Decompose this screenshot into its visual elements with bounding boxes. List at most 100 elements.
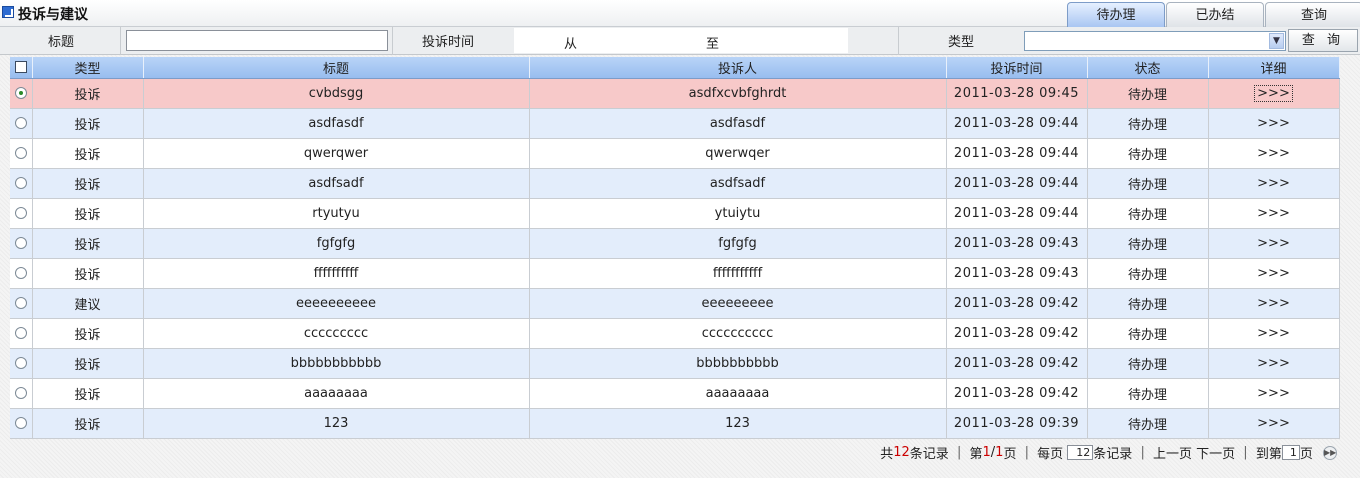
table-row[interactable]: 投诉 qwerqwer qwerwqer 2011-03-28 09:44 待办理 >>> [10, 138, 1340, 169]
cell-detail: >>> [1208, 78, 1340, 109]
table-row[interactable]: 投诉 ffffffffff fffffffffff 2011-03-28 09:43 待… [10, 258, 1340, 289]
detail-link[interactable]: >>> [1257, 236, 1290, 251]
date-from-label: 从 [564, 37, 578, 52]
cell-status: 待办理 [1087, 168, 1209, 199]
cell-status: 待办理 [1087, 318, 1209, 349]
detail-link[interactable]: >>> [1257, 146, 1290, 161]
cell-status: 待办理 [1087, 288, 1209, 319]
row-select-cell [10, 198, 33, 229]
cell-title: ffffffffff [143, 258, 530, 289]
row-radio[interactable] [14, 267, 27, 279]
row-radio[interactable] [14, 417, 27, 429]
table-row[interactable]: 投诉 fgfgfg fgfgfg 2011-03-28 09:43 待办理 >>> [10, 228, 1340, 259]
detail-link[interactable]: >>> [1257, 296, 1290, 311]
row-radio[interactable] [14, 117, 27, 129]
detail-link[interactable]: >>> [1257, 116, 1290, 131]
total-prefix: 共 [880, 447, 894, 462]
per-page-input[interactable]: 12 [1067, 445, 1094, 460]
cell-type: 投诉 [32, 198, 144, 229]
cell-title: bbbbbbbbbbb [143, 348, 530, 379]
select-all-cell [10, 57, 33, 79]
table-row[interactable]: 投诉 rtyutyu ytuiytu 2011-03-28 09:44 待办理 >>> [10, 198, 1340, 229]
table-header-row: 类型 标题 投诉人 投诉时间 状态 详细 [10, 57, 1340, 79]
table-row[interactable]: 投诉 cvbdsgg asdfxcvbfghrdt 2011-03-28 09:45 待… [10, 78, 1340, 109]
goto-page-input[interactable]: 1 [1281, 445, 1300, 460]
cell-complainant: asdfxcvbfghrdt [529, 78, 947, 109]
per-page-label: 每页 [1037, 447, 1064, 462]
tab-completed[interactable]: 已办结 [1166, 2, 1264, 27]
row-radio[interactable] [14, 357, 27, 369]
go-arrow-icon[interactable]: ▶▶ [1323, 445, 1337, 460]
table-row[interactable]: 投诉 bbbbbbbbbbb bbbbbbbbbb 2011-03-28 09:42 待… [10, 348, 1340, 379]
detail-link[interactable]: >>> [1257, 266, 1290, 281]
expand-arrow-icon[interactable] [2, 6, 14, 18]
column-header-time[interactable]: 投诉时间 [946, 57, 1088, 79]
date-range-field[interactable]: 从 至 [514, 28, 848, 53]
row-select-cell [10, 108, 33, 139]
cell-detail: >>> [1208, 108, 1340, 139]
cell-type: 建议 [32, 288, 144, 319]
detail-link[interactable]: >>> [1254, 84, 1293, 102]
cell-time: 2011-03-28 09:42 [946, 288, 1088, 319]
select-all-checkbox[interactable] [14, 61, 27, 74]
cell-detail: >>> [1208, 408, 1340, 439]
table-row[interactable]: 投诉 asdfsadf asdfsadf 2011-03-28 09:44 待办理 >>> [10, 168, 1340, 199]
row-radio[interactable] [14, 207, 27, 219]
row-radio[interactable] [14, 177, 27, 189]
cell-status: 待办理 [1087, 198, 1209, 229]
row-radio[interactable] [14, 87, 27, 99]
tab-query[interactable]: 查询 [1265, 2, 1360, 27]
row-radio[interactable] [14, 237, 27, 249]
table-row[interactable]: 投诉 asdfasdf asdfasdf 2011-03-28 09:44 待办理 >>> [10, 108, 1340, 139]
cell-status: 待办理 [1087, 378, 1209, 409]
time-filter-label: 投诉时间 [422, 35, 475, 50]
page-prefix: 第 [969, 447, 983, 462]
column-header-detail[interactable]: 详细 [1208, 57, 1340, 79]
next-page-link[interactable]: 下一页 [1196, 447, 1235, 462]
total-suffix: 条记录 [909, 447, 949, 462]
title-filter-input[interactable] [126, 30, 388, 51]
column-header-complainant[interactable]: 投诉人 [529, 57, 947, 79]
table-row[interactable]: 投诉 aaaaaaaa aaaaaaaa 2011-03-28 09:42 待办理 >>> [10, 378, 1340, 409]
row-radio[interactable] [14, 147, 27, 159]
cell-detail: >>> [1208, 198, 1340, 229]
cell-time: 2011-03-28 09:44 [946, 168, 1088, 199]
cell-time: 2011-03-28 09:44 [946, 108, 1088, 139]
row-select-cell [10, 168, 33, 199]
filter-bar: 标题 投诉时间 从 至 类型 ▼ 查 询 [0, 27, 1360, 55]
type-filter-label: 类型 [948, 35, 975, 50]
tab-pending[interactable]: 待办理 [1067, 2, 1165, 27]
table-row[interactable]: 投诉 ccccccccc cccccccccc 2011-03-28 09:42 待办理… [10, 318, 1340, 349]
cell-time: 2011-03-28 09:44 [946, 138, 1088, 169]
row-radio[interactable] [14, 297, 27, 309]
cell-complainant: qwerwqer [529, 138, 947, 169]
prev-page-link[interactable]: 上一页 [1153, 447, 1192, 462]
cell-title: asdfasdf [143, 108, 530, 139]
detail-link[interactable]: >>> [1257, 176, 1290, 191]
detail-link[interactable]: >>> [1257, 206, 1290, 221]
detail-link[interactable]: >>> [1257, 416, 1290, 431]
table-row[interactable]: 建议 eeeeeeeeee eeeeeeeee 2011-03-28 09:42 待办理… [10, 288, 1340, 319]
total-count: 12 [893, 445, 910, 460]
cell-type: 投诉 [32, 228, 144, 259]
row-radio[interactable] [14, 387, 27, 399]
query-button[interactable]: 查 询 [1288, 29, 1358, 52]
cell-title: qwerqwer [143, 138, 530, 169]
table-row[interactable]: 投诉 123 123 2011-03-28 09:39 待办理 >>> [10, 408, 1340, 439]
chevron-down-icon[interactable]: ▼ [1269, 33, 1284, 49]
cell-type: 投诉 [32, 168, 144, 199]
column-header-type[interactable]: 类型 [32, 57, 144, 79]
cell-detail: >>> [1208, 138, 1340, 169]
detail-link[interactable]: >>> [1257, 356, 1290, 371]
cell-status: 待办理 [1087, 408, 1209, 439]
type-select[interactable]: ▼ [1024, 31, 1286, 51]
column-header-title[interactable]: 标题 [143, 57, 530, 79]
cell-complainant: cccccccccc [529, 318, 947, 349]
cell-detail: >>> [1208, 318, 1340, 349]
detail-link[interactable]: >>> [1257, 326, 1290, 341]
detail-link[interactable]: >>> [1257, 386, 1290, 401]
cell-type: 投诉 [32, 378, 144, 409]
row-radio[interactable] [14, 327, 27, 339]
column-header-status[interactable]: 状态 [1087, 57, 1209, 79]
cell-title: asdfsadf [143, 168, 530, 199]
